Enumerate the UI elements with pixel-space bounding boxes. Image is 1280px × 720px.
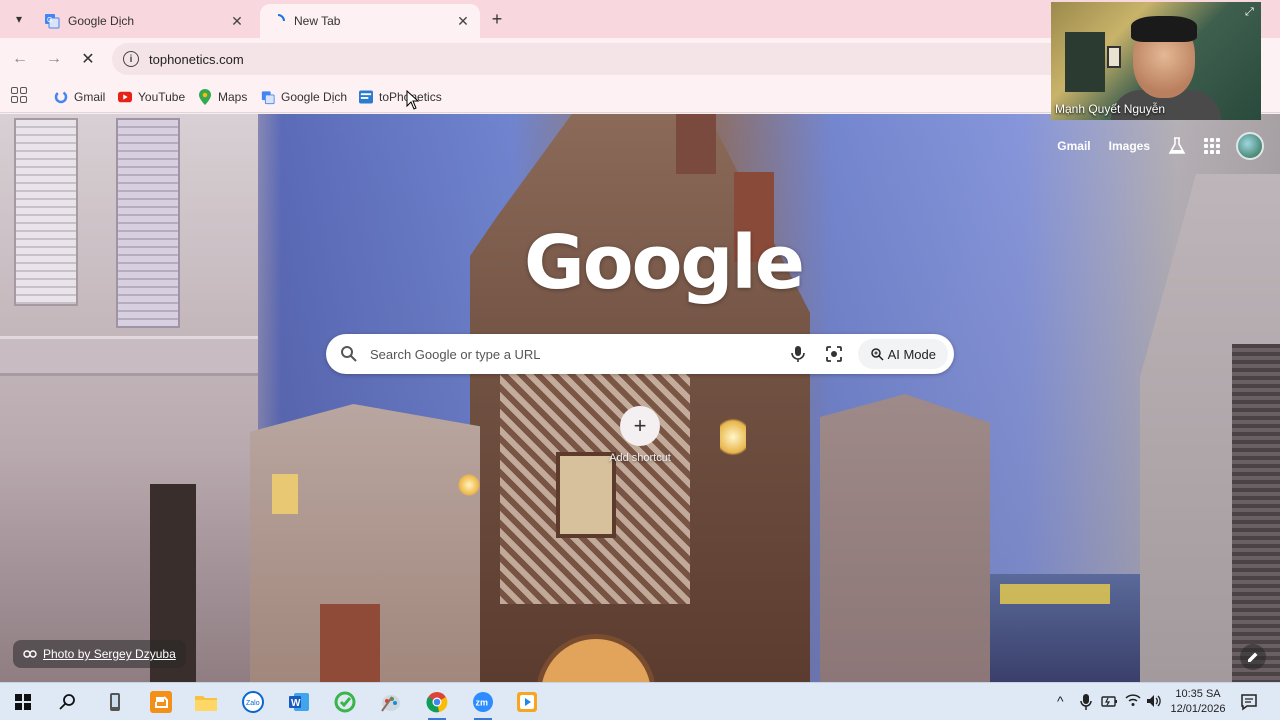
google-apps-icon[interactable] <box>1204 138 1220 154</box>
bookmark-google-dich[interactable]: Google Dịch <box>261 86 347 108</box>
svg-text:W: W <box>291 698 301 709</box>
add-shortcut[interactable]: + Add shortcut <box>604 406 676 464</box>
notification-icon[interactable] <box>1240 693 1258 711</box>
chevron-up-icon[interactable]: ^ <box>1057 693 1064 709</box>
zalo-icon[interactable]: Zalo <box>238 688 268 716</box>
person-hair <box>1131 16 1197 42</box>
clock-date: 12/01/2026 <box>1170 703 1226 715</box>
gmail-link[interactable]: Gmail <box>1057 139 1090 153</box>
app-green-icon[interactable] <box>330 688 360 716</box>
back-arrow-icon[interactable]: ← <box>8 47 32 71</box>
tophonetics-icon <box>359 90 373 104</box>
search-icon[interactable] <box>53 688 83 716</box>
background-lamp <box>720 414 746 460</box>
background-lights <box>1000 584 1110 604</box>
photo-credit-link[interactable]: Photo by Sergey Dzyuba <box>13 640 186 668</box>
system-clock[interactable]: 10:35 SA 12/01/2026 <box>1168 687 1228 717</box>
google-logo: Google <box>524 220 805 306</box>
google-translate-icon: G <box>44 13 60 29</box>
tab-google-dich[interactable]: G Google Dịch ✕ <box>34 4 254 38</box>
google-lens-icon[interactable] <box>824 344 844 364</box>
add-shortcut-label: Add shortcut <box>609 452 671 464</box>
close-icon[interactable]: ✕ <box>454 12 472 30</box>
file-explorer-icon[interactable] <box>191 688 221 716</box>
background-shutter <box>1232 344 1280 682</box>
svg-text:Zalo: Zalo <box>246 700 260 707</box>
bookmark-tophonetics[interactable]: toPhonetics <box>359 86 442 108</box>
maps-pin-icon <box>198 89 212 105</box>
background-door <box>1065 32 1105 92</box>
customize-pencil-icon[interactable] <box>1240 644 1266 670</box>
phone-icon[interactable] <box>100 688 130 716</box>
microphone-icon[interactable] <box>788 344 808 364</box>
volume-icon[interactable] <box>1146 693 1162 709</box>
youtube-icon <box>118 90 132 104</box>
images-link[interactable]: Images <box>1109 139 1150 153</box>
photo-credit-text: Photo by Sergey Dzyuba <box>43 647 176 661</box>
background-house-right <box>820 394 990 682</box>
avatar[interactable] <box>1236 132 1264 160</box>
microphone-icon[interactable] <box>1080 693 1092 711</box>
top-right-links: Gmail Images <box>1057 132 1280 160</box>
bookmark-gmail[interactable]: Gmail <box>54 86 105 108</box>
labs-flask-icon[interactable] <box>1168 137 1186 155</box>
search-input[interactable]: Search Google or type a URL <box>370 347 788 362</box>
close-icon[interactable]: ✕ <box>228 12 246 30</box>
bookmark-youtube[interactable]: YouTube <box>118 86 185 108</box>
background-cornice <box>0 336 258 376</box>
zoom-icon[interactable]: zm <box>468 688 498 720</box>
plus-icon[interactable]: + <box>620 406 660 446</box>
background-window <box>556 452 616 538</box>
tab-title: New Tab <box>294 14 341 28</box>
search-icon <box>341 346 357 362</box>
background-lit-window <box>272 474 298 514</box>
address-bar[interactable]: i tophonetics.com <box>112 43 1072 75</box>
background-frame <box>1107 46 1121 68</box>
bookmark-label: YouTube <box>138 90 186 104</box>
link-icon <box>23 650 37 658</box>
loading-icon <box>270 13 286 29</box>
office-icon[interactable] <box>146 688 176 716</box>
paint-icon[interactable] <box>376 688 406 716</box>
new-tab-plus-icon[interactable]: + <box>486 8 508 30</box>
google-translate-icon <box>261 90 275 104</box>
chrome-icon[interactable] <box>422 688 452 720</box>
bookmark-label: Google Dịch <box>281 90 348 104</box>
bookmark-maps[interactable]: Maps <box>198 86 247 108</box>
svg-text:G: G <box>47 17 52 24</box>
google-g-icon <box>54 90 68 104</box>
background-chimney <box>676 114 716 174</box>
battery-plug-icon[interactable] <box>1101 693 1117 709</box>
tab-new-tab[interactable]: New Tab ✕ <box>260 4 480 38</box>
site-info-icon[interactable]: i <box>123 51 139 67</box>
bookmark-label: Gmail <box>74 90 106 104</box>
ai-mode-label: AI Mode <box>887 346 936 362</box>
background-shutter <box>116 118 180 328</box>
video-call-overlay[interactable]: Mạnh Quyết Nguyễn ⤢ <box>1051 2 1261 120</box>
stop-loading-icon[interactable]: ✕ <box>76 47 100 71</box>
word-icon[interactable]: W <box>284 688 314 716</box>
background-lamp <box>458 474 480 496</box>
new-tab-page: Gmail Images Google Search Google or typ… <box>0 114 1280 682</box>
apps-grid-icon[interactable] <box>11 87 27 103</box>
forward-arrow-icon[interactable]: → <box>42 47 66 71</box>
background-shutter <box>14 118 78 306</box>
windows-taskbar: Zalo W zm ^ 10:35 SA 12/01/2026 <box>0 682 1280 720</box>
search-box[interactable]: Search Google or type a URL AI Mode <box>326 334 954 374</box>
wifi-icon[interactable] <box>1125 693 1141 707</box>
ai-mode-button[interactable]: AI Mode <box>857 339 948 369</box>
tab-title: Google Dịch <box>68 14 135 28</box>
expand-icon[interactable]: ⤢ <box>1245 6 1257 18</box>
ai-search-icon <box>870 348 884 361</box>
participant-name: Mạnh Quyết Nguyễn <box>1055 102 1166 116</box>
url-text: tophonetics.com <box>149 51 244 67</box>
svg-text:zm: zm <box>476 698 489 708</box>
clock-time: 10:35 SA <box>1175 688 1221 700</box>
tab-search-chevron-icon[interactable]: ▾ <box>8 8 30 30</box>
start-icon[interactable] <box>8 688 38 716</box>
media-player-icon[interactable] <box>512 688 542 716</box>
mouse-cursor-icon <box>406 90 420 110</box>
bookmark-label: Maps <box>218 90 248 104</box>
background-garage <box>320 604 380 682</box>
